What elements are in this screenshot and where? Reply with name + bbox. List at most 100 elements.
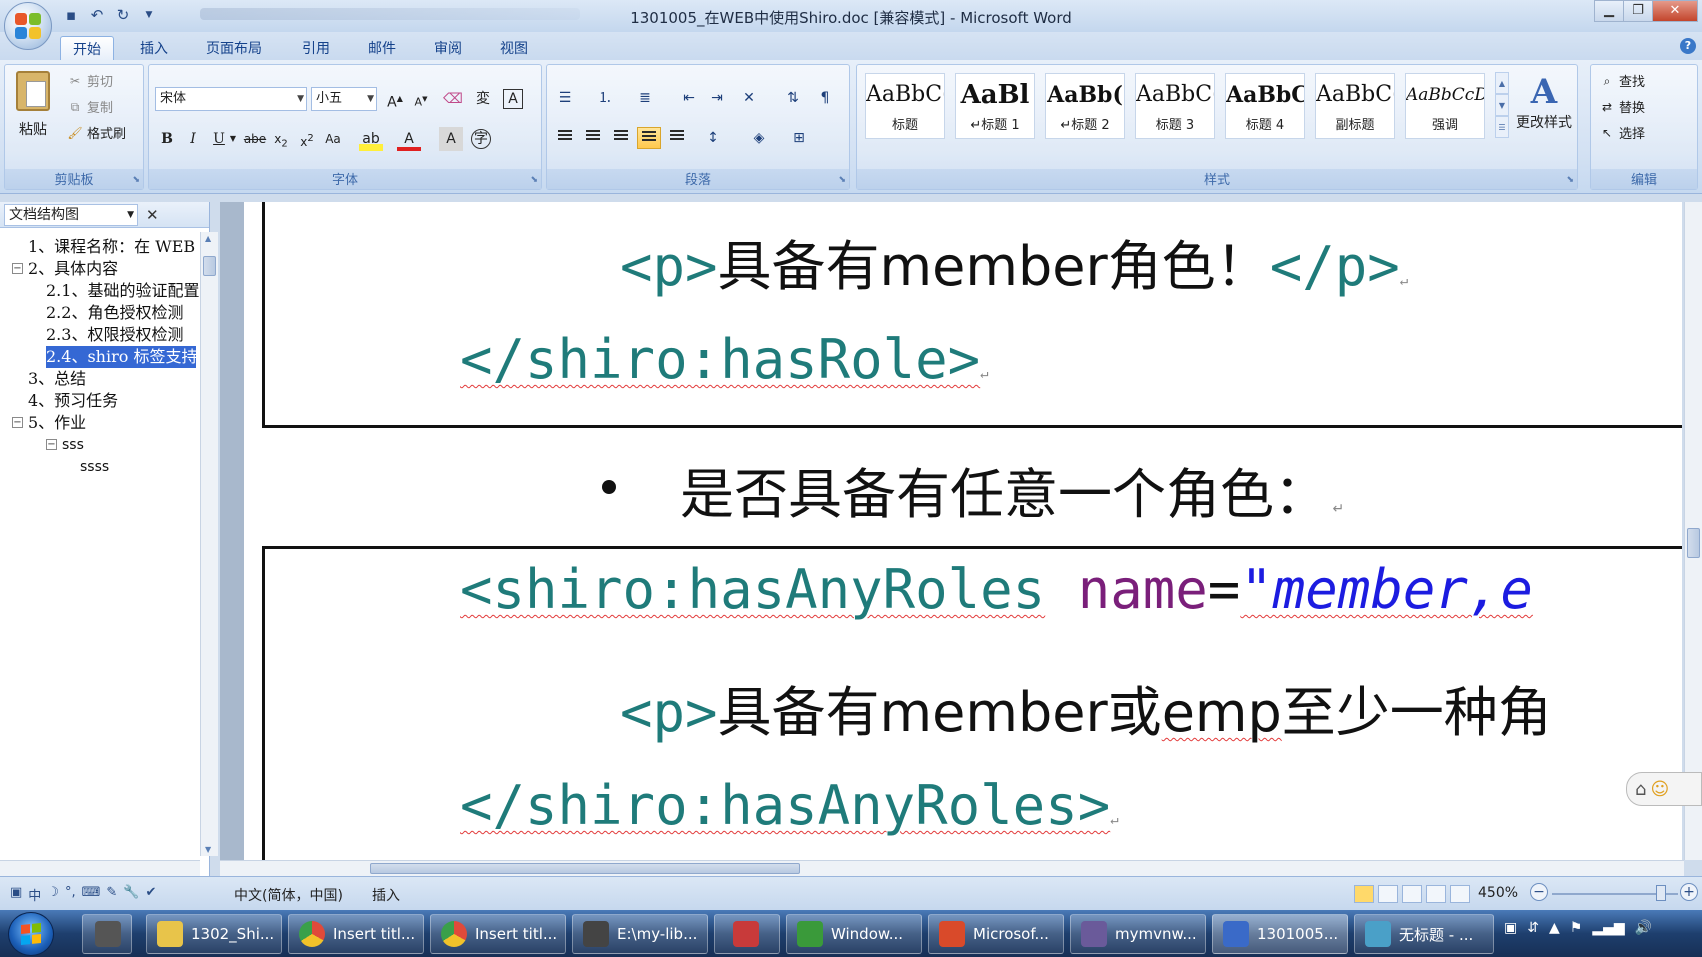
- align-center-button[interactable]: [581, 127, 605, 149]
- decrease-indent-button[interactable]: ⇤: [677, 87, 701, 109]
- align-right-button[interactable]: [609, 127, 633, 149]
- maximize-button[interactable]: ❐: [1623, 0, 1653, 22]
- taskbar-item[interactable]: Insert titl...: [430, 914, 566, 954]
- start-button[interactable]: [8, 912, 54, 956]
- nav-item-selected[interactable]: 2.4、shiro 标签支持: [46, 346, 196, 368]
- spellcheck-icon[interactable]: ✔: [145, 885, 156, 904]
- dialog-launcher-icon[interactable]: ⬊: [530, 175, 538, 185]
- zoom-out-button[interactable]: −: [1530, 883, 1548, 901]
- align-left-button[interactable]: [553, 127, 577, 149]
- taskbar-item[interactable]: E:\my-lib...: [572, 914, 708, 954]
- italic-button[interactable]: I: [181, 127, 205, 151]
- collapse-icon[interactable]: −: [46, 439, 57, 450]
- nav-item[interactable]: 2、具体内容: [28, 258, 118, 280]
- tab-page-layout[interactable]: 页面布局: [194, 36, 274, 60]
- scrollbar-thumb[interactable]: [203, 256, 216, 276]
- document-page[interactable]: <p>具备有member角色！</p>↵ </shiro:hasRole>↵ 是…: [244, 202, 1682, 860]
- tab-insert[interactable]: 插入: [128, 36, 180, 60]
- cut-button[interactable]: ✂ 剪切: [67, 71, 113, 91]
- nav-item[interactable]: 5、作业: [28, 412, 86, 434]
- taskbar-item[interactable]: Window...: [786, 914, 922, 954]
- show-hidden-icons-icon[interactable]: ▲: [1549, 920, 1560, 936]
- show-marks-button[interactable]: ¶: [813, 87, 837, 109]
- document-map-scrollbar[interactable]: ▲ ▼: [200, 232, 218, 856]
- superscript-button[interactable]: x2: [295, 127, 319, 151]
- strikethrough-button[interactable]: abe: [243, 127, 267, 151]
- collapse-icon[interactable]: −: [12, 263, 23, 274]
- select-button[interactable]: ↖ 选择: [1599, 123, 1645, 143]
- more-icon[interactable]: ☰: [1495, 116, 1509, 138]
- web-layout-button[interactable]: [1402, 885, 1422, 903]
- chevron-down-icon[interactable]: ▼: [1495, 94, 1509, 116]
- document-map-hscrollbar[interactable]: [0, 860, 200, 876]
- character-border-button[interactable]: A: [503, 89, 523, 109]
- moon-icon[interactable]: ☽: [47, 885, 59, 904]
- ime-chinese-icon[interactable]: 中: [28, 885, 41, 904]
- taskbar-item[interactable]: mymvnw...: [1070, 914, 1206, 954]
- bullets-button[interactable]: ☰: [553, 87, 577, 109]
- shading-button[interactable]: ◈: [747, 127, 771, 149]
- zoom-in-button[interactable]: +: [1680, 883, 1698, 901]
- draft-view-button[interactable]: [1450, 885, 1470, 903]
- scrollbar-thumb[interactable]: [1687, 528, 1700, 558]
- distributed-button[interactable]: [665, 127, 689, 149]
- clear-formatting-button[interactable]: ⌫: [441, 87, 465, 111]
- nav-item[interactable]: 2.2、角色授权检测: [46, 302, 183, 324]
- volume-icon[interactable]: 🔊: [1635, 920, 1652, 936]
- tab-home[interactable]: 开始: [60, 36, 114, 60]
- zoom-level[interactable]: 450%: [1478, 885, 1518, 901]
- document-horizontal-scrollbar[interactable]: [220, 860, 1684, 876]
- home-icon[interactable]: ⌂: [1635, 779, 1646, 800]
- wrench-icon[interactable]: 🔧: [123, 885, 139, 904]
- font-family-select[interactable]: 宋体 ▼: [155, 87, 307, 111]
- style-emphasis[interactable]: AaBbCcD( 强调: [1405, 73, 1485, 139]
- increase-indent-button[interactable]: ⇥: [705, 87, 729, 109]
- copy-button[interactable]: ⧉ 复制: [67, 97, 113, 117]
- underline-dropdown-icon[interactable]: ▼: [227, 127, 239, 151]
- dialog-launcher-icon[interactable]: ⬊: [1566, 175, 1574, 185]
- office-button[interactable]: [4, 2, 52, 50]
- scroll-down-icon[interactable]: ▼: [205, 845, 211, 854]
- close-icon[interactable]: ✕: [146, 202, 159, 228]
- zoom-slider-knob[interactable]: [1656, 885, 1666, 901]
- insert-mode-status[interactable]: 插入: [372, 885, 400, 905]
- nav-item[interactable]: ssss: [80, 456, 109, 478]
- replace-button[interactable]: ⇄ 替换: [1599, 97, 1645, 117]
- document-vertical-scrollbar[interactable]: [1684, 202, 1702, 860]
- grow-font-button[interactable]: A▲: [383, 87, 407, 111]
- taskbar-item[interactable]: Insert titl...: [288, 914, 424, 954]
- nav-item[interactable]: 4、预习任务: [28, 390, 118, 412]
- taskbar-item[interactable]: 1302_Shi...: [146, 914, 282, 954]
- taskbar-pinned-app[interactable]: [714, 914, 780, 954]
- full-screen-reading-button[interactable]: [1378, 885, 1398, 903]
- punctuation-icon[interactable]: °,: [65, 885, 76, 904]
- taskbar-item[interactable]: 无标题 - ...: [1354, 914, 1494, 954]
- nav-item[interactable]: 2.1、基础的验证配置: [46, 280, 200, 302]
- style-heading-2[interactable]: AaBb( ↵标题 2: [1045, 73, 1125, 139]
- page-icon[interactable]: ▣: [10, 885, 22, 904]
- tool-icon[interactable]: ✎: [106, 885, 117, 904]
- input-method-bar[interactable]: ⌂ ☺: [1626, 772, 1702, 806]
- document-map-mode-select[interactable]: 文档结构图 ▼: [4, 204, 138, 226]
- tab-review[interactable]: 审阅: [422, 36, 474, 60]
- nav-item[interactable]: 1、课程名称：在 WEB: [28, 236, 200, 258]
- style-heading-4[interactable]: AaBbC( 标题 4: [1225, 73, 1305, 139]
- find-button[interactable]: ⌕ 查找: [1599, 71, 1645, 91]
- style-heading-3[interactable]: AaBbC( 标题 3: [1135, 73, 1215, 139]
- signal-icon[interactable]: ▂▄▆: [1592, 920, 1624, 936]
- dialog-launcher-icon[interactable]: ⬊: [132, 175, 140, 185]
- help-icon[interactable]: ?: [1680, 38, 1696, 54]
- font-size-select[interactable]: 小五 ▼: [311, 87, 377, 111]
- tray-app-icon[interactable]: ▣: [1504, 920, 1517, 936]
- highlight-button[interactable]: ab: [359, 127, 383, 151]
- enclose-characters-button[interactable]: 字: [471, 129, 491, 149]
- shrink-font-button[interactable]: A▼: [409, 87, 433, 111]
- smiley-icon[interactable]: ☺: [1650, 779, 1669, 800]
- chevron-up-icon[interactable]: ▲: [1495, 72, 1509, 94]
- print-layout-view-button[interactable]: [1354, 885, 1374, 903]
- taskbar-pinned-app[interactable]: [82, 914, 132, 954]
- nav-item[interactable]: 2.3、权限授权检测: [46, 324, 183, 346]
- collapse-icon[interactable]: −: [12, 417, 23, 428]
- taskbar-item-active[interactable]: 1301005...: [1212, 914, 1348, 954]
- format-painter-button[interactable]: 🖌 格式刷: [67, 123, 126, 143]
